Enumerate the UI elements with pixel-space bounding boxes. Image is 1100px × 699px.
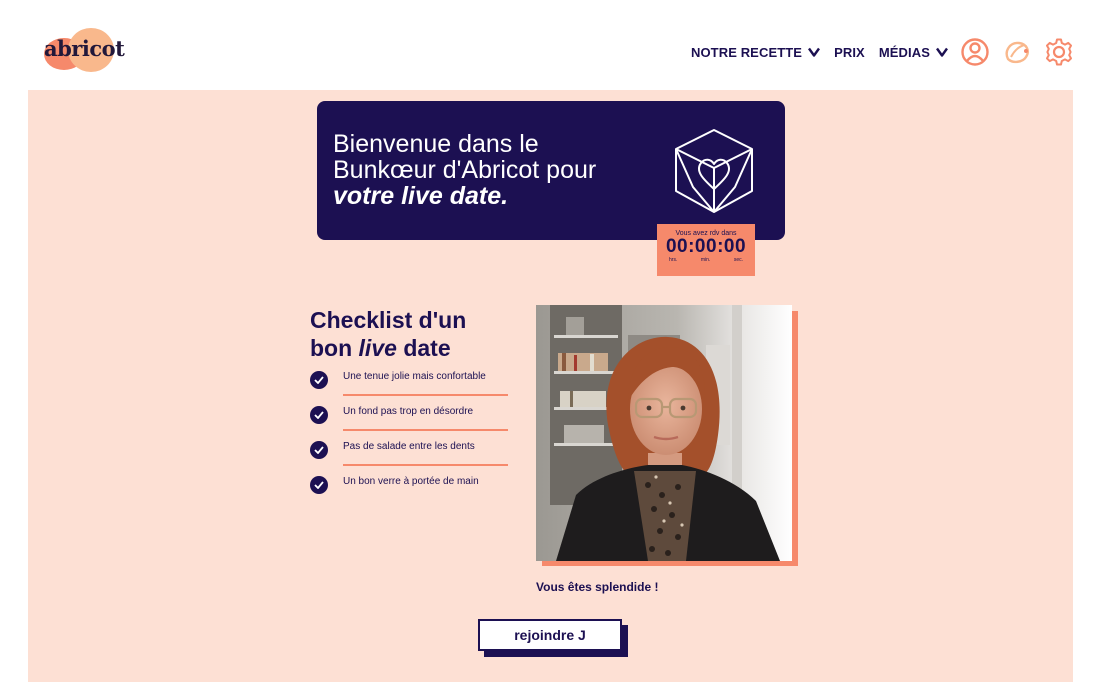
checklist: Une tenue jolie mais confortable Un fond… [310, 363, 510, 503]
webcam-preview [536, 305, 792, 561]
video-caption: Vous êtes splendide ! [536, 580, 659, 594]
check-circle-icon [310, 476, 328, 494]
heart-cube-icon [675, 129, 753, 213]
divider [343, 464, 508, 466]
chevron-down-icon [936, 47, 948, 57]
chevron-down-icon [808, 47, 821, 57]
checklist-title-line-1: Checklist d'un [310, 307, 467, 333]
apricot-icon[interactable] [1002, 37, 1032, 67]
main-content: Bienvenue dans le Bunkœur d'Abricot pour… [28, 90, 1073, 682]
checklist-item: Un fond pas trop en désordre [310, 398, 510, 433]
checklist-item-label: Pas de salade entre les dents [343, 441, 475, 452]
checklist-item: Un bon verre à portée de main [310, 468, 510, 503]
checklist-item-label: Une tenue jolie mais confortable [343, 371, 486, 382]
checklist-item-label: Un fond pas trop en désordre [343, 406, 474, 417]
countdown-unit-minutes: min. [700, 257, 711, 263]
countdown-timer: Vous avez rdv dans 00:00:00 hrs. min. se… [657, 224, 755, 276]
nav-prix[interactable]: PRIX [834, 45, 865, 60]
abricot-logo[interactable]: abricot [42, 26, 126, 74]
webcam-image [536, 305, 792, 561]
countdown-unit-seconds: sec. [733, 257, 743, 263]
logo-wordmark: abricot [44, 36, 125, 61]
checklist-title-live: live [358, 335, 397, 361]
countdown-unit-hours: hrs. [669, 257, 678, 263]
check-circle-icon [310, 441, 328, 459]
welcome-banner: Bienvenue dans le Bunkœur d'Abricot pour… [317, 101, 785, 240]
welcome-line-3: votre live date. [333, 182, 509, 210]
checklist-title-date: date [403, 335, 451, 361]
checklist-title: Checklist d'un bon live date [310, 306, 466, 362]
divider [343, 394, 508, 396]
top-header: abricot NOTRE RECETTE PRIX MÉDIAS [0, 0, 1100, 90]
check-circle-icon [310, 371, 328, 389]
nav-notre-recette-label: NOTRE RECETTE [690, 44, 803, 60]
divider [343, 429, 508, 431]
main-nav: NOTRE RECETTE PRIX MÉDIAS [677, 36, 1074, 68]
checklist-title-bon: bon [310, 335, 353, 361]
nav-medias[interactable]: MÉDIAS [879, 45, 948, 60]
gear-icon[interactable] [1044, 37, 1074, 67]
countdown-time: 00:00:00 [665, 236, 747, 257]
join-button[interactable]: rejoindre J [478, 619, 622, 651]
nav-notre-recette[interactable]: NOTRE RECETTE [690, 44, 821, 60]
checklist-item: Pas de salade entre les dents [310, 433, 510, 468]
countdown-units: hrs. min. sec. [657, 257, 755, 263]
checklist-item: Une tenue jolie mais confortable [310, 363, 510, 398]
check-circle-icon [310, 406, 328, 424]
welcome-line-2: Bunkœur d'Abricot pour [333, 156, 597, 184]
checklist-title-line-2: bon live date [310, 334, 466, 362]
checklist-item-label: Un bon verre à portée de main [343, 476, 479, 487]
welcome-line-1: Bienvenue dans le [333, 130, 539, 158]
welcome-text: Bienvenue dans le Bunkœur d'Abricot pour… [333, 131, 596, 209]
nav-prix-label: PRIX [834, 44, 865, 60]
nav-medias-label: MÉDIAS [878, 44, 930, 60]
user-icon[interactable] [960, 37, 990, 67]
